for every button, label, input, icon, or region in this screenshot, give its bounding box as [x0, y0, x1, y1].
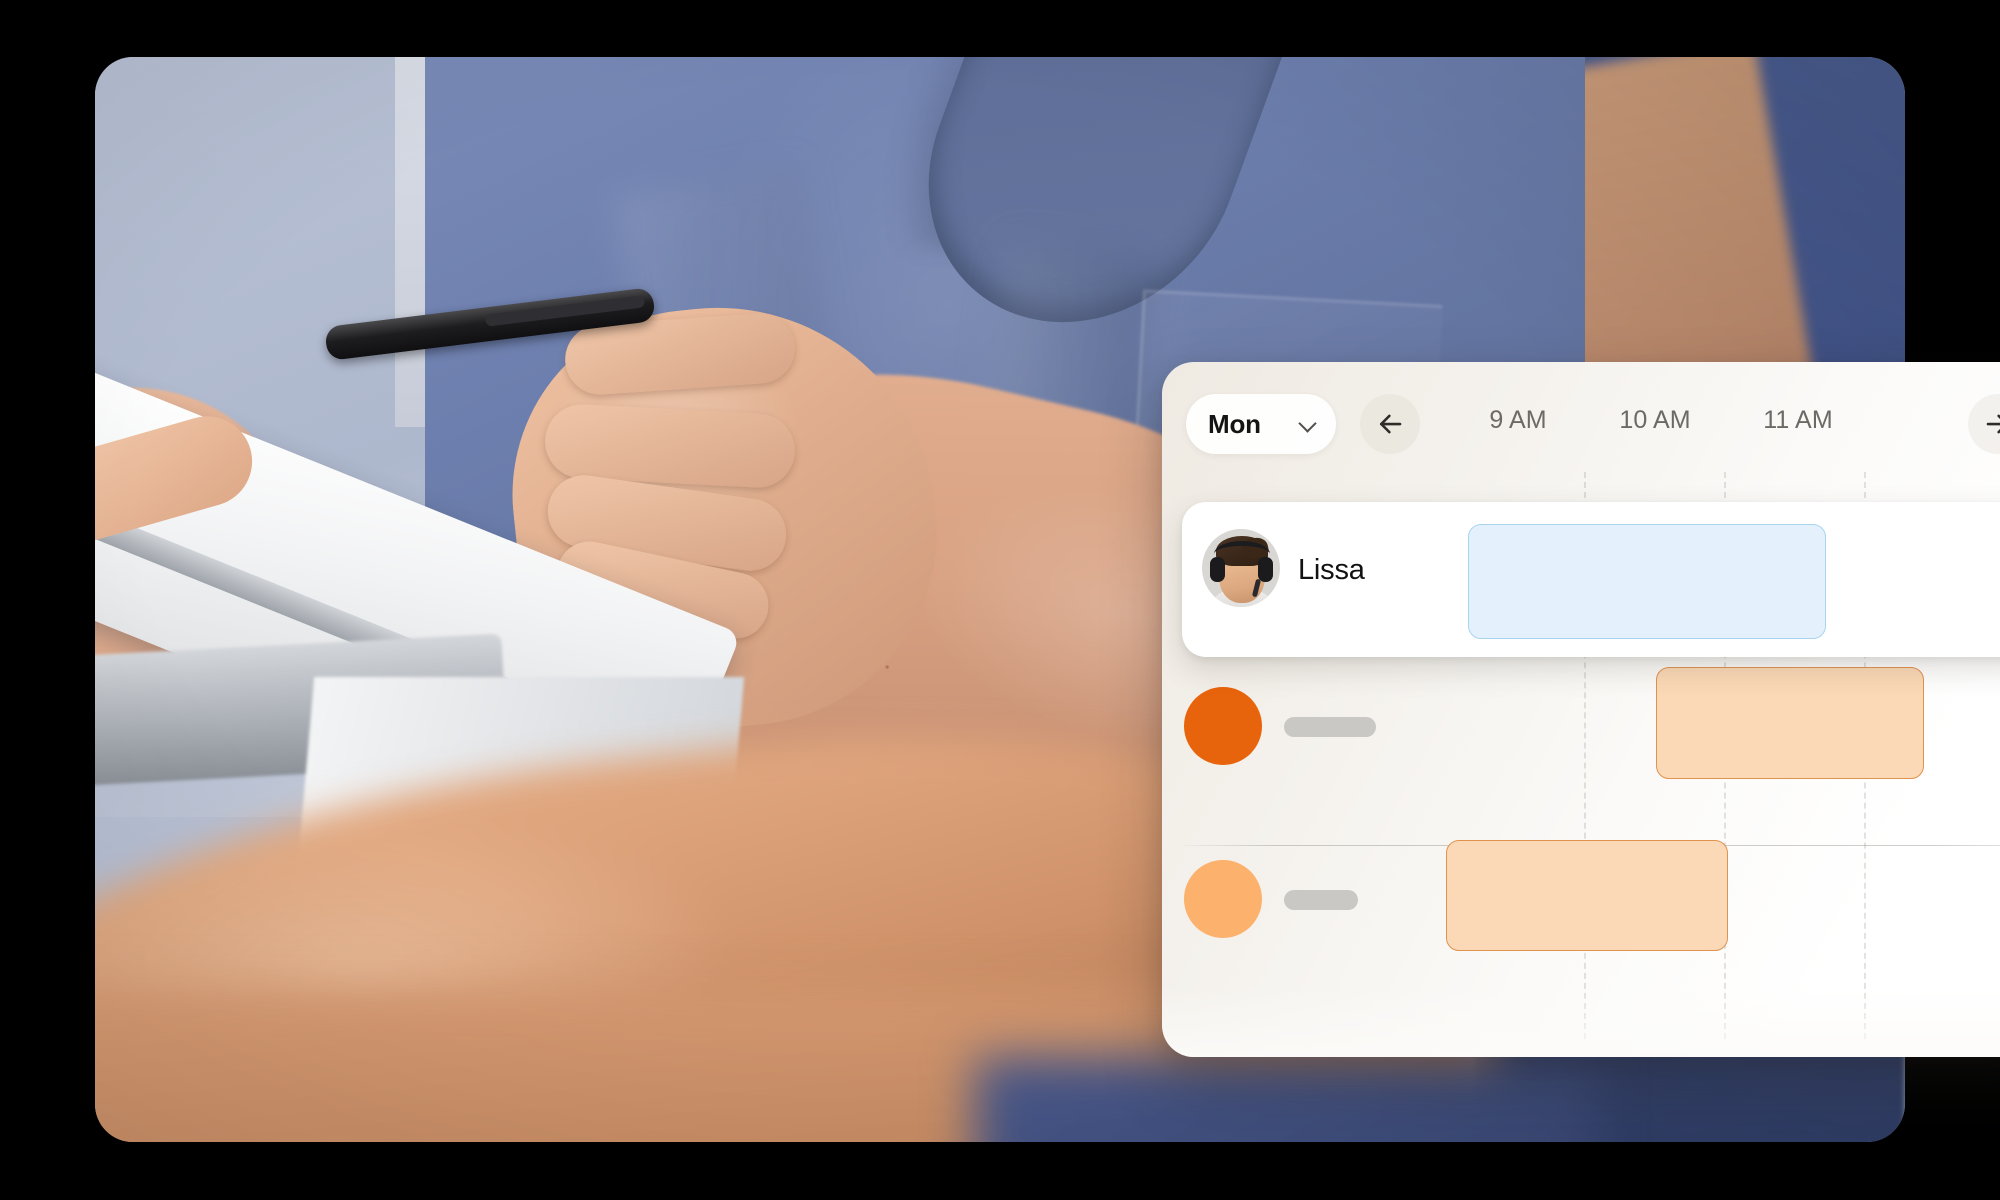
headset-earcup-left-icon [1210, 557, 1225, 582]
schedule-event-block[interactable] [1656, 667, 1924, 779]
avatar[interactable] [1184, 687, 1262, 765]
agent-row-card[interactable]: Lissa [1182, 502, 2000, 657]
scheduler-panel: Mon 9 AM 10 AM 11 AM Lissa [1162, 362, 2000, 1057]
schedule-row: Lissa [1162, 472, 2000, 657]
screenshot-root: Mon 9 AM 10 AM 11 AM Lissa [0, 0, 2000, 1200]
agent-name-placeholder [1284, 717, 1376, 737]
avatar [1202, 529, 1280, 607]
schedule-rows: Lissa [1162, 472, 2000, 991]
agent-name: Lissa [1298, 554, 1365, 586]
schedule-event-block[interactable] [1446, 840, 1728, 951]
schedule-row [1162, 818, 2000, 991]
headset-earcup-right-icon [1258, 557, 1273, 582]
agent-name-placeholder [1284, 890, 1358, 910]
avatar[interactable] [1184, 860, 1262, 938]
schedule-row [1162, 645, 2000, 818]
schedule-event-block[interactable] [1468, 524, 1826, 639]
